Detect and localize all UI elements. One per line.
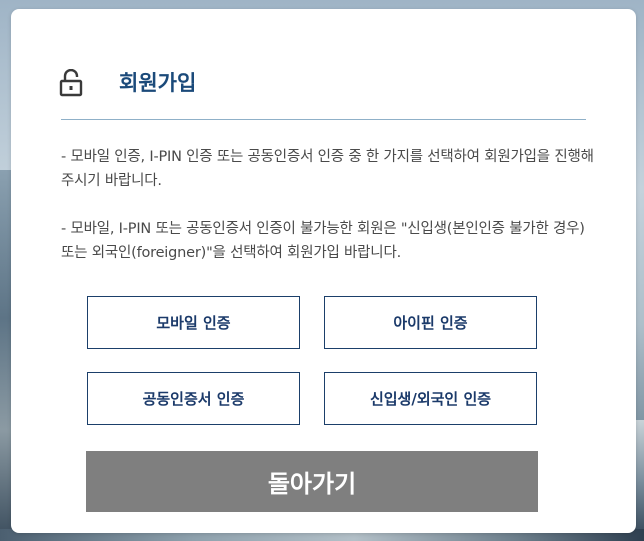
- mobile-auth-button[interactable]: 모바일 인증: [87, 296, 300, 349]
- page-title: 회원가입: [119, 71, 197, 95]
- signup-instruction-2: - 모바일, I-PIN 또는 공동인증서 인증이 불가능한 회원은 "신입생(…: [61, 221, 585, 261]
- ipin-auth-button[interactable]: 아이핀 인증: [324, 296, 537, 349]
- certificate-auth-button[interactable]: 공동인증서 인증: [87, 372, 300, 425]
- title-divider: [61, 119, 586, 120]
- unlock-icon: [59, 68, 83, 97]
- signup-dialog: 회원가입 - 모바일 인증, I-PIN 인증 또는 공동인증서 인증 중 한 …: [11, 9, 636, 533]
- back-button[interactable]: 돌아가기: [86, 451, 538, 512]
- freshman-foreigner-auth-button[interactable]: 신입생/외국인 인증: [324, 372, 537, 425]
- signup-instruction-1: - 모바일 인증, I-PIN 인증 또는 공동인증서 인증 중 한 가지를 선…: [61, 149, 594, 189]
